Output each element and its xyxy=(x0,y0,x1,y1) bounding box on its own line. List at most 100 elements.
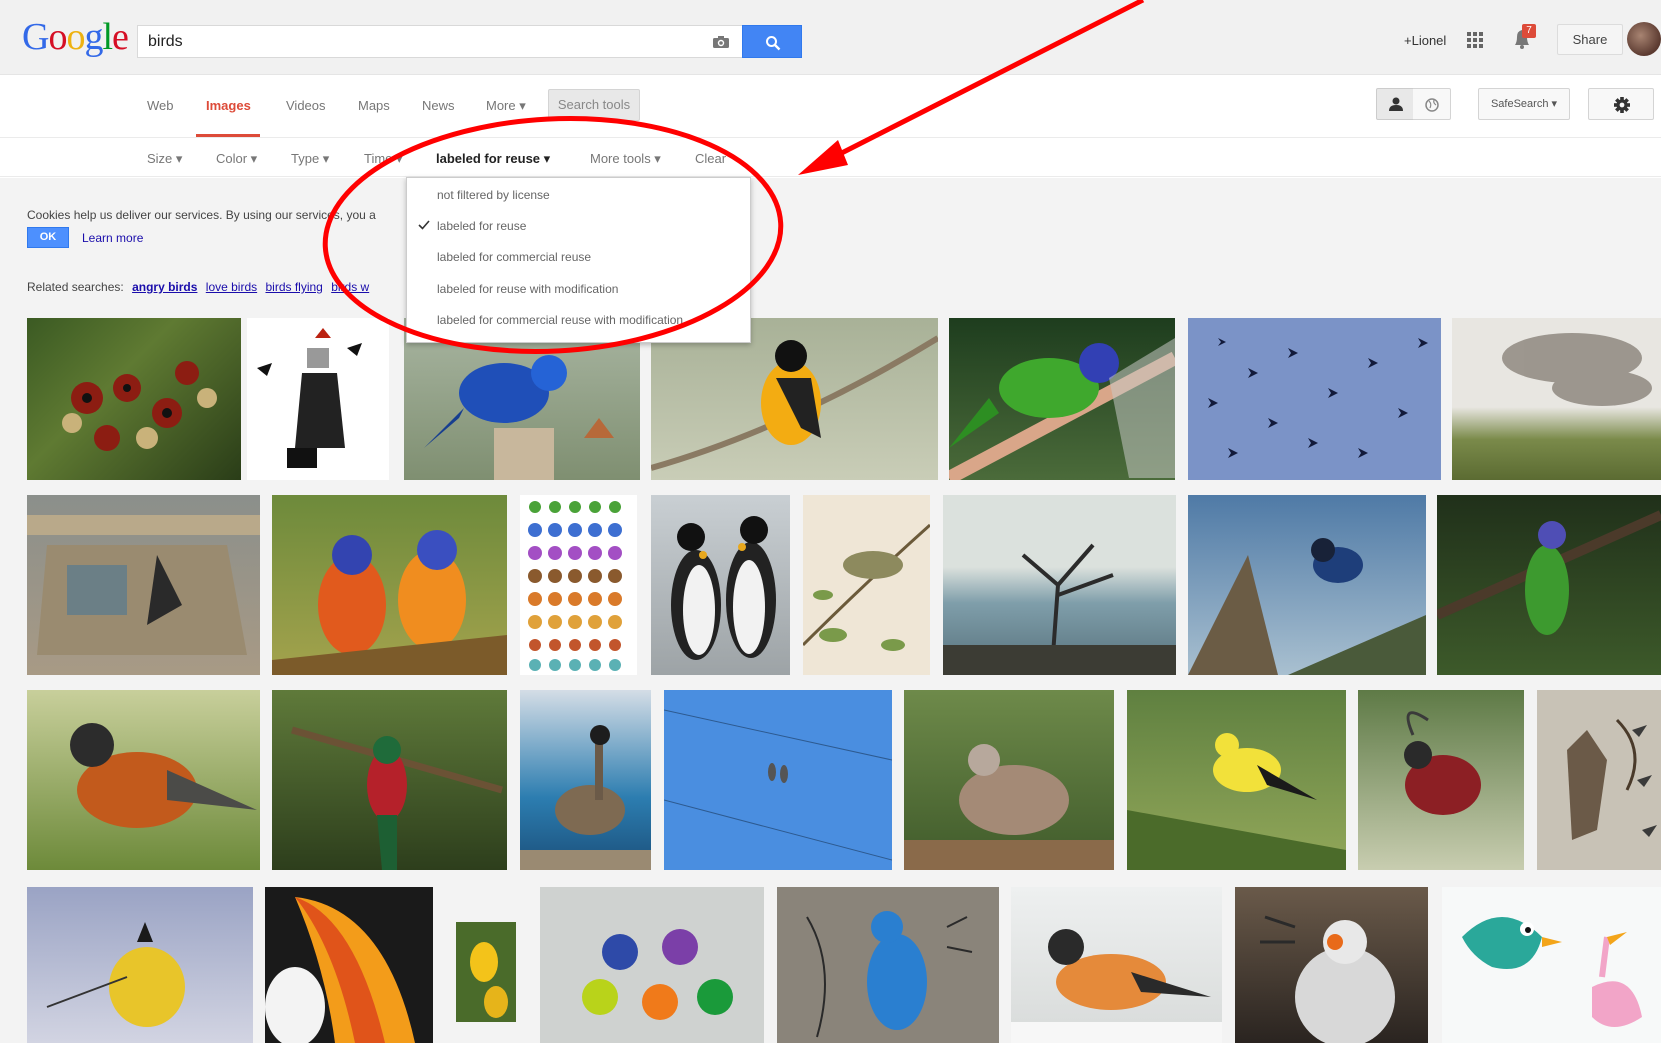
user-profile-link[interactable]: +Lionel xyxy=(1404,33,1446,48)
tool-usage-rights[interactable]: labeled for reuse ▾ xyxy=(436,151,550,167)
image-result[interactable] xyxy=(651,495,790,675)
usage-rights-menu: not filtered by license labeled for reus… xyxy=(406,177,751,343)
search-tools-button[interactable]: Search tools xyxy=(548,89,640,121)
search-tools-bar: Size ▾ Color ▾ Type ▾ Time ▾ labeled for… xyxy=(0,139,1661,177)
search-button[interactable] xyxy=(742,25,802,58)
personal-results-button[interactable] xyxy=(1376,88,1414,120)
menu-item-commercial-reuse[interactable]: labeled for commercial reuse xyxy=(437,250,591,264)
secretary-bird-image xyxy=(1260,915,1395,1043)
tool-time[interactable]: Time ▾ xyxy=(364,151,403,167)
image-result[interactable] xyxy=(943,495,1176,675)
tool-color[interactable]: Color ▾ xyxy=(216,151,257,167)
tab-maps[interactable]: Maps xyxy=(358,98,390,113)
nene-goose-image xyxy=(520,725,651,870)
image-result[interactable] xyxy=(27,495,260,675)
image-result[interactable] xyxy=(1537,690,1661,870)
avatar[interactable] xyxy=(1627,22,1661,56)
settings-button[interactable] xyxy=(1588,88,1654,120)
tool-type[interactable]: Type ▾ xyxy=(291,151,329,167)
image-result[interactable] xyxy=(272,495,507,675)
image-result[interactable] xyxy=(540,887,764,1043)
yellow-parrots-image xyxy=(456,922,516,1022)
image-result[interactable] xyxy=(444,887,528,1043)
green-parrot-image xyxy=(1437,510,1661,635)
image-result[interactable] xyxy=(1358,690,1524,870)
quetzal-image xyxy=(291,726,503,870)
menu-item-labeled-for-reuse[interactable]: labeled for reuse xyxy=(437,219,526,233)
menu-item-reuse-with-modification[interactable]: labeled for reuse with modification xyxy=(437,282,618,296)
menu-item-commercial-reuse-with-modification[interactable]: labeled for commercial reuse with modifi… xyxy=(437,313,683,327)
image-result[interactable] xyxy=(272,690,507,870)
image-result[interactable] xyxy=(664,690,892,870)
mosaic-hunter-image xyxy=(1567,718,1657,840)
robin-image xyxy=(70,723,257,828)
globe-icon xyxy=(1425,98,1439,112)
gear-icon xyxy=(1614,97,1630,113)
penguins-image xyxy=(671,516,776,660)
image-result[interactable] xyxy=(520,495,637,675)
search-box xyxy=(137,25,742,58)
image-result[interactable] xyxy=(1437,495,1661,675)
sketch-bird-image xyxy=(806,911,973,1038)
camera-icon[interactable] xyxy=(712,35,730,49)
image-result[interactable] xyxy=(803,495,930,675)
cookie-notice-text: Cookies help us deliver our services. By… xyxy=(27,208,376,222)
image-result[interactable] xyxy=(247,318,389,480)
image-result[interactable] xyxy=(265,887,433,1043)
related-searches-label: Related searches: xyxy=(27,280,124,294)
tool-size[interactable]: Size ▾ xyxy=(147,151,182,167)
notifications-badge[interactable]: 7 xyxy=(1522,24,1536,38)
google-images-page: Google +Lionel xyxy=(0,0,1661,1043)
checkmark-icon xyxy=(418,220,430,230)
image-result[interactable] xyxy=(1235,887,1428,1043)
vertical-tabs-bar: Web Images Videos Maps News More ▾ Searc… xyxy=(0,76,1661,138)
image-result[interactable] xyxy=(1452,318,1661,480)
global-results-button[interactable] xyxy=(1413,88,1451,120)
tab-news[interactable]: News xyxy=(422,98,455,113)
cartoon-birds-image xyxy=(1462,917,1642,1027)
tab-videos[interactable]: Videos xyxy=(286,98,326,113)
google-logo[interactable]: Google xyxy=(22,18,129,56)
bird-illustration-image xyxy=(803,523,930,651)
related-link-birds-w[interactable]: birds w xyxy=(331,280,369,294)
safesearch-dropdown[interactable]: SafeSearch ▾ xyxy=(1478,88,1570,120)
search-input[interactable] xyxy=(148,32,688,52)
related-link-love-birds[interactable]: love birds xyxy=(206,280,257,294)
image-result[interactable] xyxy=(1127,690,1346,870)
apps-grid-icon[interactable] xyxy=(1466,31,1484,49)
image-result[interactable] xyxy=(904,690,1114,870)
image-result[interactable] xyxy=(27,887,253,1043)
related-link-angry-birds[interactable]: angry birds xyxy=(132,280,197,294)
menu-item-not-filtered[interactable]: not filtered by license xyxy=(437,188,550,202)
active-tab-indicator xyxy=(196,134,260,137)
image-result[interactable] xyxy=(27,318,241,480)
tab-web[interactable]: Web xyxy=(147,98,174,113)
image-result[interactable] xyxy=(1188,495,1426,675)
flying-birds-image xyxy=(1208,338,1428,458)
gothic-figure-image xyxy=(257,328,362,468)
image-result[interactable] xyxy=(949,318,1175,480)
tab-images[interactable]: Images xyxy=(206,98,251,113)
birds-on-wire-image xyxy=(664,709,892,861)
tool-clear[interactable]: Clear xyxy=(695,151,726,166)
image-result[interactable] xyxy=(27,690,260,870)
lorikeets-pair-image xyxy=(272,530,507,675)
image-result[interactable] xyxy=(1442,887,1661,1043)
tab-more[interactable]: More ▾ xyxy=(486,98,526,114)
starling-murmuration-image xyxy=(1502,333,1652,406)
cookie-learn-more-link[interactable]: Learn more xyxy=(82,231,143,245)
image-result[interactable] xyxy=(777,887,999,1043)
clay-nests-image xyxy=(582,929,733,1020)
bird-icons-grid-image xyxy=(528,501,622,671)
image-result[interactable] xyxy=(1011,887,1222,1043)
goldfinch-image xyxy=(1127,733,1346,870)
cookie-ok-button[interactable]: OK xyxy=(27,227,69,248)
decorative-bird-image xyxy=(1404,711,1481,815)
tool-more-tools[interactable]: More tools ▾ xyxy=(590,151,661,167)
image-result[interactable] xyxy=(520,690,651,870)
berries-image xyxy=(62,361,217,451)
share-button[interactable]: Share xyxy=(1557,24,1623,55)
tree-birds-image xyxy=(943,543,1176,675)
image-result[interactable] xyxy=(1188,318,1441,480)
related-link-birds-flying[interactable]: birds flying xyxy=(265,280,322,294)
